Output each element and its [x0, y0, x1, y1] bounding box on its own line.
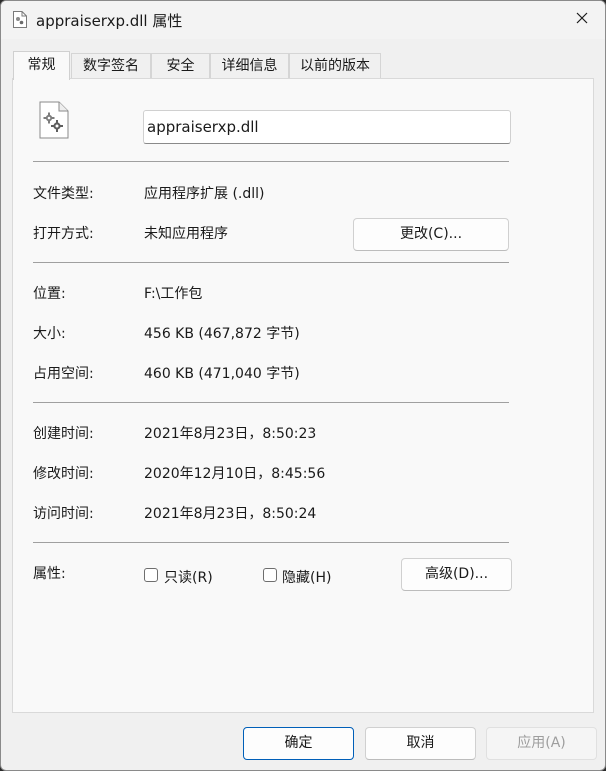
separator	[33, 161, 509, 162]
created-label: 创建时间:	[33, 426, 94, 442]
readonly-checkbox[interactable]	[144, 568, 158, 582]
tab-security[interactable]: 安全	[151, 53, 210, 78]
hidden-label[interactable]: 隐藏(H)	[282, 567, 331, 587]
file-type-value: 应用程序扩展 (.dll)	[144, 186, 265, 202]
ok-button[interactable]: 确定	[243, 727, 354, 760]
tab-digital-signatures[interactable]: 数字签名	[71, 53, 151, 78]
modified-value: 2020年12月10日，8:45:56	[144, 466, 326, 482]
opens-with-label: 打开方式:	[33, 226, 94, 242]
title-bar[interactable]: appraiserxp.dll 属性	[1, 1, 605, 39]
size-on-disk-label: 占用空间:	[33, 366, 94, 382]
separator	[33, 262, 509, 263]
close-icon	[576, 12, 588, 28]
location-value: F:\工作包	[144, 286, 203, 302]
dll-file-icon	[39, 101, 69, 139]
apply-button[interactable]: 应用(A)	[486, 727, 597, 760]
general-tab-panel	[12, 78, 594, 713]
readonly-label[interactable]: 只读(R)	[164, 567, 213, 587]
properties-dialog: appraiserxp.dll 属性 常规 数字签名 安全 详细信息 以前的版本	[0, 0, 606, 771]
tab-details[interactable]: 详细信息	[210, 53, 289, 78]
window-title: appraiserxp.dll 属性	[36, 12, 183, 30]
accessed-value: 2021年8月23日，8:50:24	[144, 506, 317, 522]
size-label: 大小:	[33, 326, 66, 342]
size-value: 456 KB (467,872 字节)	[144, 326, 300, 342]
tab-general[interactable]: 常规	[13, 51, 70, 80]
tab-strip: 常规 数字签名 安全 详细信息 以前的版本	[13, 51, 593, 80]
file-name-field[interactable]	[143, 110, 511, 144]
attributes-label: 属性:	[33, 566, 66, 582]
tab-previous-versions[interactable]: 以前的版本	[289, 53, 381, 78]
file-type-label: 文件类型:	[33, 186, 94, 202]
file-settings-icon	[13, 11, 27, 28]
cancel-button[interactable]: 取消	[365, 727, 476, 760]
accessed-label: 访问时间:	[33, 506, 94, 522]
opens-with-value: 未知应用程序	[144, 226, 228, 242]
separator	[33, 542, 509, 543]
advanced-button[interactable]: 高级(D)...	[401, 558, 512, 591]
change-button[interactable]: 更改(C)...	[353, 218, 509, 251]
location-label: 位置:	[33, 286, 66, 302]
close-button[interactable]	[559, 1, 605, 39]
size-on-disk-value: 460 KB (471,040 字节)	[144, 366, 300, 382]
modified-label: 修改时间:	[33, 466, 94, 482]
separator	[33, 402, 509, 403]
hidden-checkbox[interactable]	[263, 568, 277, 582]
created-value: 2021年8月23日，8:50:23	[144, 426, 317, 442]
